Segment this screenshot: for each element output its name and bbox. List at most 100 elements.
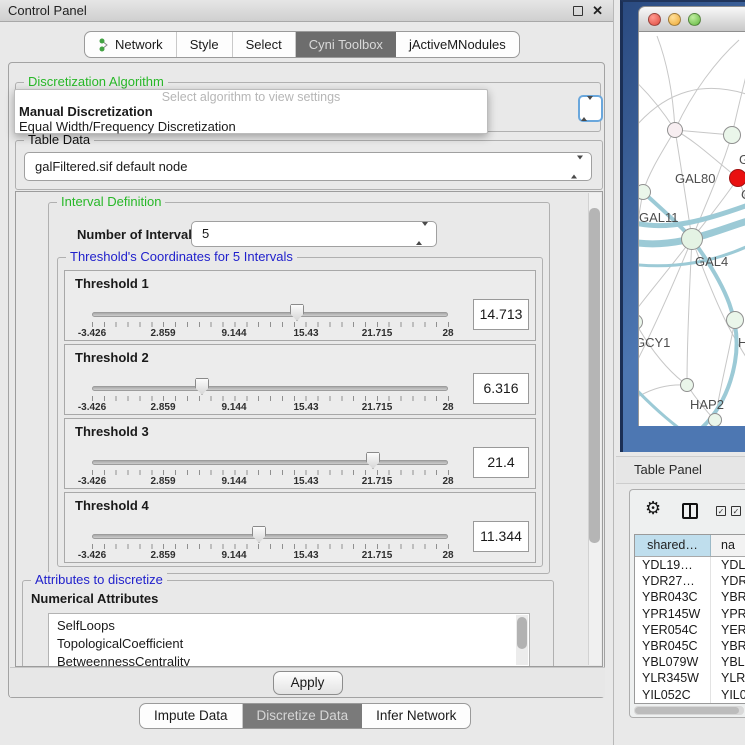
number-of-intervals-label: Number of Intervals bbox=[77, 227, 199, 242]
table-row[interactable]: YLR345WYLR3… bbox=[635, 670, 745, 686]
label-gal4: GAL4 bbox=[695, 254, 728, 269]
label-gal11: GAL11 bbox=[639, 210, 679, 225]
label-hap2: HAP2 bbox=[690, 397, 724, 412]
control-panel-titlebar: Control Panel ✕ bbox=[0, 0, 613, 22]
column-header-name[interactable]: na bbox=[711, 535, 745, 556]
table-row[interactable]: YIL052CYIL0… bbox=[635, 687, 745, 703]
table-data-value: galFiltered.sif default node bbox=[35, 159, 187, 174]
apply-bar: Apply bbox=[10, 667, 605, 697]
table-row[interactable]: YBR043CYBR0… bbox=[635, 589, 745, 605]
threshold-2-slider-track[interactable] bbox=[92, 386, 448, 391]
column-header-shared-name[interactable]: shared… bbox=[635, 535, 711, 556]
node-gal80[interactable] bbox=[667, 122, 683, 138]
table-panel-card: ⚙ ✓ ✓ shared… na YDL19…YDL1… YDR27…YDR2…… bbox=[629, 489, 745, 718]
tab-jactivemnodules[interactable]: jActiveMNodules bbox=[396, 32, 519, 57]
table-row[interactable]: YBL079WYBL0… bbox=[635, 654, 745, 670]
mac-close-button[interactable] bbox=[648, 13, 661, 26]
apply-button[interactable]: Apply bbox=[273, 671, 343, 695]
settings-scrollbar-thumb[interactable] bbox=[589, 208, 600, 543]
interval-definition-group: Interval Definition Number of Intervals … bbox=[48, 202, 550, 574]
scale-tick-label: 21.715 bbox=[362, 550, 393, 561]
threshold-3-slider-track[interactable] bbox=[92, 460, 448, 465]
node-partial-bottom[interactable] bbox=[708, 413, 722, 426]
tab-impute-data[interactable]: Impute Data bbox=[140, 704, 243, 728]
threshold-3-row: Threshold 3 -3.426 2.859 9.144 15.43 21.… bbox=[64, 418, 536, 489]
option-equal-width-frequency[interactable]: Equal Width/Frequency Discretization bbox=[15, 119, 487, 134]
close-window-icon[interactable]: ✕ bbox=[592, 3, 603, 19]
threshold-1-slider-handle[interactable] bbox=[290, 304, 304, 321]
combo-arrows-icon bbox=[416, 222, 428, 246]
table-header-row: shared… na bbox=[635, 535, 745, 557]
tab-style-label: Style bbox=[190, 37, 219, 52]
list-item-betweennesscentrality[interactable]: BetweennessCentrality bbox=[49, 653, 529, 667]
scale-tick-label: 15.43 bbox=[293, 476, 318, 487]
scale-tick-label: 9.144 bbox=[221, 402, 246, 413]
algorithm-combobox-focused-end[interactable] bbox=[578, 95, 603, 122]
attributes-group: Attributes to discretize Numerical Attri… bbox=[22, 580, 554, 667]
scale-tick-label: -3.426 bbox=[78, 328, 106, 339]
node-h[interactable] bbox=[726, 311, 744, 329]
mac-minimize-button[interactable] bbox=[668, 13, 681, 26]
table-row[interactable]: YDR27…YDR2… bbox=[635, 573, 745, 589]
cell: YPR145W bbox=[635, 606, 711, 622]
cell: YBL0… bbox=[711, 654, 745, 670]
option-manual-discretization[interactable]: Manual Discretization bbox=[15, 104, 487, 119]
cell: YLR3… bbox=[711, 670, 745, 686]
table-row[interactable]: YDL19…YDL1… bbox=[635, 557, 745, 573]
numerical-attributes-list: SelfLoops TopologicalCoefficient Between… bbox=[48, 613, 530, 667]
threshold-2-ticks bbox=[92, 396, 449, 401]
list-item-selfloops[interactable]: SelfLoops bbox=[49, 617, 529, 635]
scale-tick-label: 9.144 bbox=[221, 550, 246, 561]
combo-arrows-icon bbox=[581, 100, 593, 118]
table-row[interactable]: YBR045CYBR0… bbox=[635, 638, 745, 654]
tab-discretize-data[interactable]: Discretize Data bbox=[243, 704, 363, 728]
gear-icon[interactable]: ⚙ bbox=[645, 498, 661, 519]
threshold-2-row: Threshold 2 -3.426 2.859 9.144 15.43 21.… bbox=[64, 344, 536, 415]
scale-tick-label: 28 bbox=[442, 328, 453, 339]
window-title: Control Panel bbox=[0, 3, 87, 18]
cell: YPR1… bbox=[711, 606, 745, 622]
label-h: H bbox=[738, 335, 745, 350]
scale-tick-label: 15.43 bbox=[293, 550, 318, 561]
table-data-combobox[interactable]: galFiltered.sif default node bbox=[24, 152, 592, 181]
threshold-3-label: Threshold 3 bbox=[75, 424, 149, 439]
label-gcy1: GCY1 bbox=[638, 335, 670, 350]
threshold-4-slider-track[interactable] bbox=[92, 534, 448, 539]
columns-icon[interactable] bbox=[682, 503, 698, 519]
scale-tick-label: 15.43 bbox=[293, 402, 318, 413]
tab-network[interactable]: Network bbox=[85, 32, 177, 57]
threshold-1-slider-track[interactable] bbox=[92, 312, 448, 317]
tab-cyni-toolbox[interactable]: Cyni Toolbox bbox=[296, 32, 396, 57]
network-window-titlebar bbox=[638, 6, 745, 32]
node-gal4[interactable] bbox=[681, 228, 703, 250]
tab-select[interactable]: Select bbox=[233, 32, 296, 57]
float-window-icon[interactable] bbox=[573, 6, 583, 16]
settings-scrollbar-track[interactable] bbox=[588, 193, 601, 665]
tab-infer-network[interactable]: Infer Network bbox=[362, 704, 470, 728]
node-red-selected[interactable] bbox=[729, 169, 745, 187]
threshold-2-value-field[interactable]: 6.316 bbox=[473, 373, 529, 404]
checkbox-icon[interactable]: ✓ bbox=[731, 506, 741, 516]
threshold-4-slider-handle[interactable] bbox=[252, 526, 266, 543]
threshold-4-value-field[interactable]: 11.344 bbox=[473, 521, 529, 552]
scale-tick-label: 21.715 bbox=[362, 476, 393, 487]
network-canvas[interactable]: GAL80 GA C GAL11 GAL4 GCY1 H HAP2 bbox=[638, 32, 745, 426]
node-hap2[interactable] bbox=[680, 378, 694, 392]
table-horizontal-scrollbar[interactable] bbox=[634, 706, 744, 715]
checkbox-icon[interactable]: ✓ bbox=[716, 506, 726, 516]
number-of-intervals-combobox[interactable]: 5 bbox=[191, 221, 437, 247]
table-row[interactable]: YER054CYER0… bbox=[635, 622, 745, 638]
threshold-3-slider-handle[interactable] bbox=[366, 452, 380, 469]
mac-zoom-button[interactable] bbox=[688, 13, 701, 26]
cell: YIL0… bbox=[711, 687, 745, 703]
threshold-2-slider-handle[interactable] bbox=[195, 378, 209, 395]
table-row[interactable]: YPR145WYPR1… bbox=[635, 606, 745, 622]
node-ga[interactable] bbox=[723, 126, 741, 144]
scale-tick-label: 2.859 bbox=[150, 476, 175, 487]
tab-style[interactable]: Style bbox=[177, 32, 233, 57]
threshold-3-value-field[interactable]: 21.4 bbox=[473, 447, 529, 478]
list-item-topologicalcoefficient[interactable]: TopologicalCoefficient bbox=[49, 635, 529, 653]
cell: YDR2… bbox=[711, 573, 745, 589]
attributes-list-scrollbar[interactable] bbox=[516, 615, 528, 665]
threshold-1-value-field[interactable]: 14.713 bbox=[473, 299, 529, 330]
